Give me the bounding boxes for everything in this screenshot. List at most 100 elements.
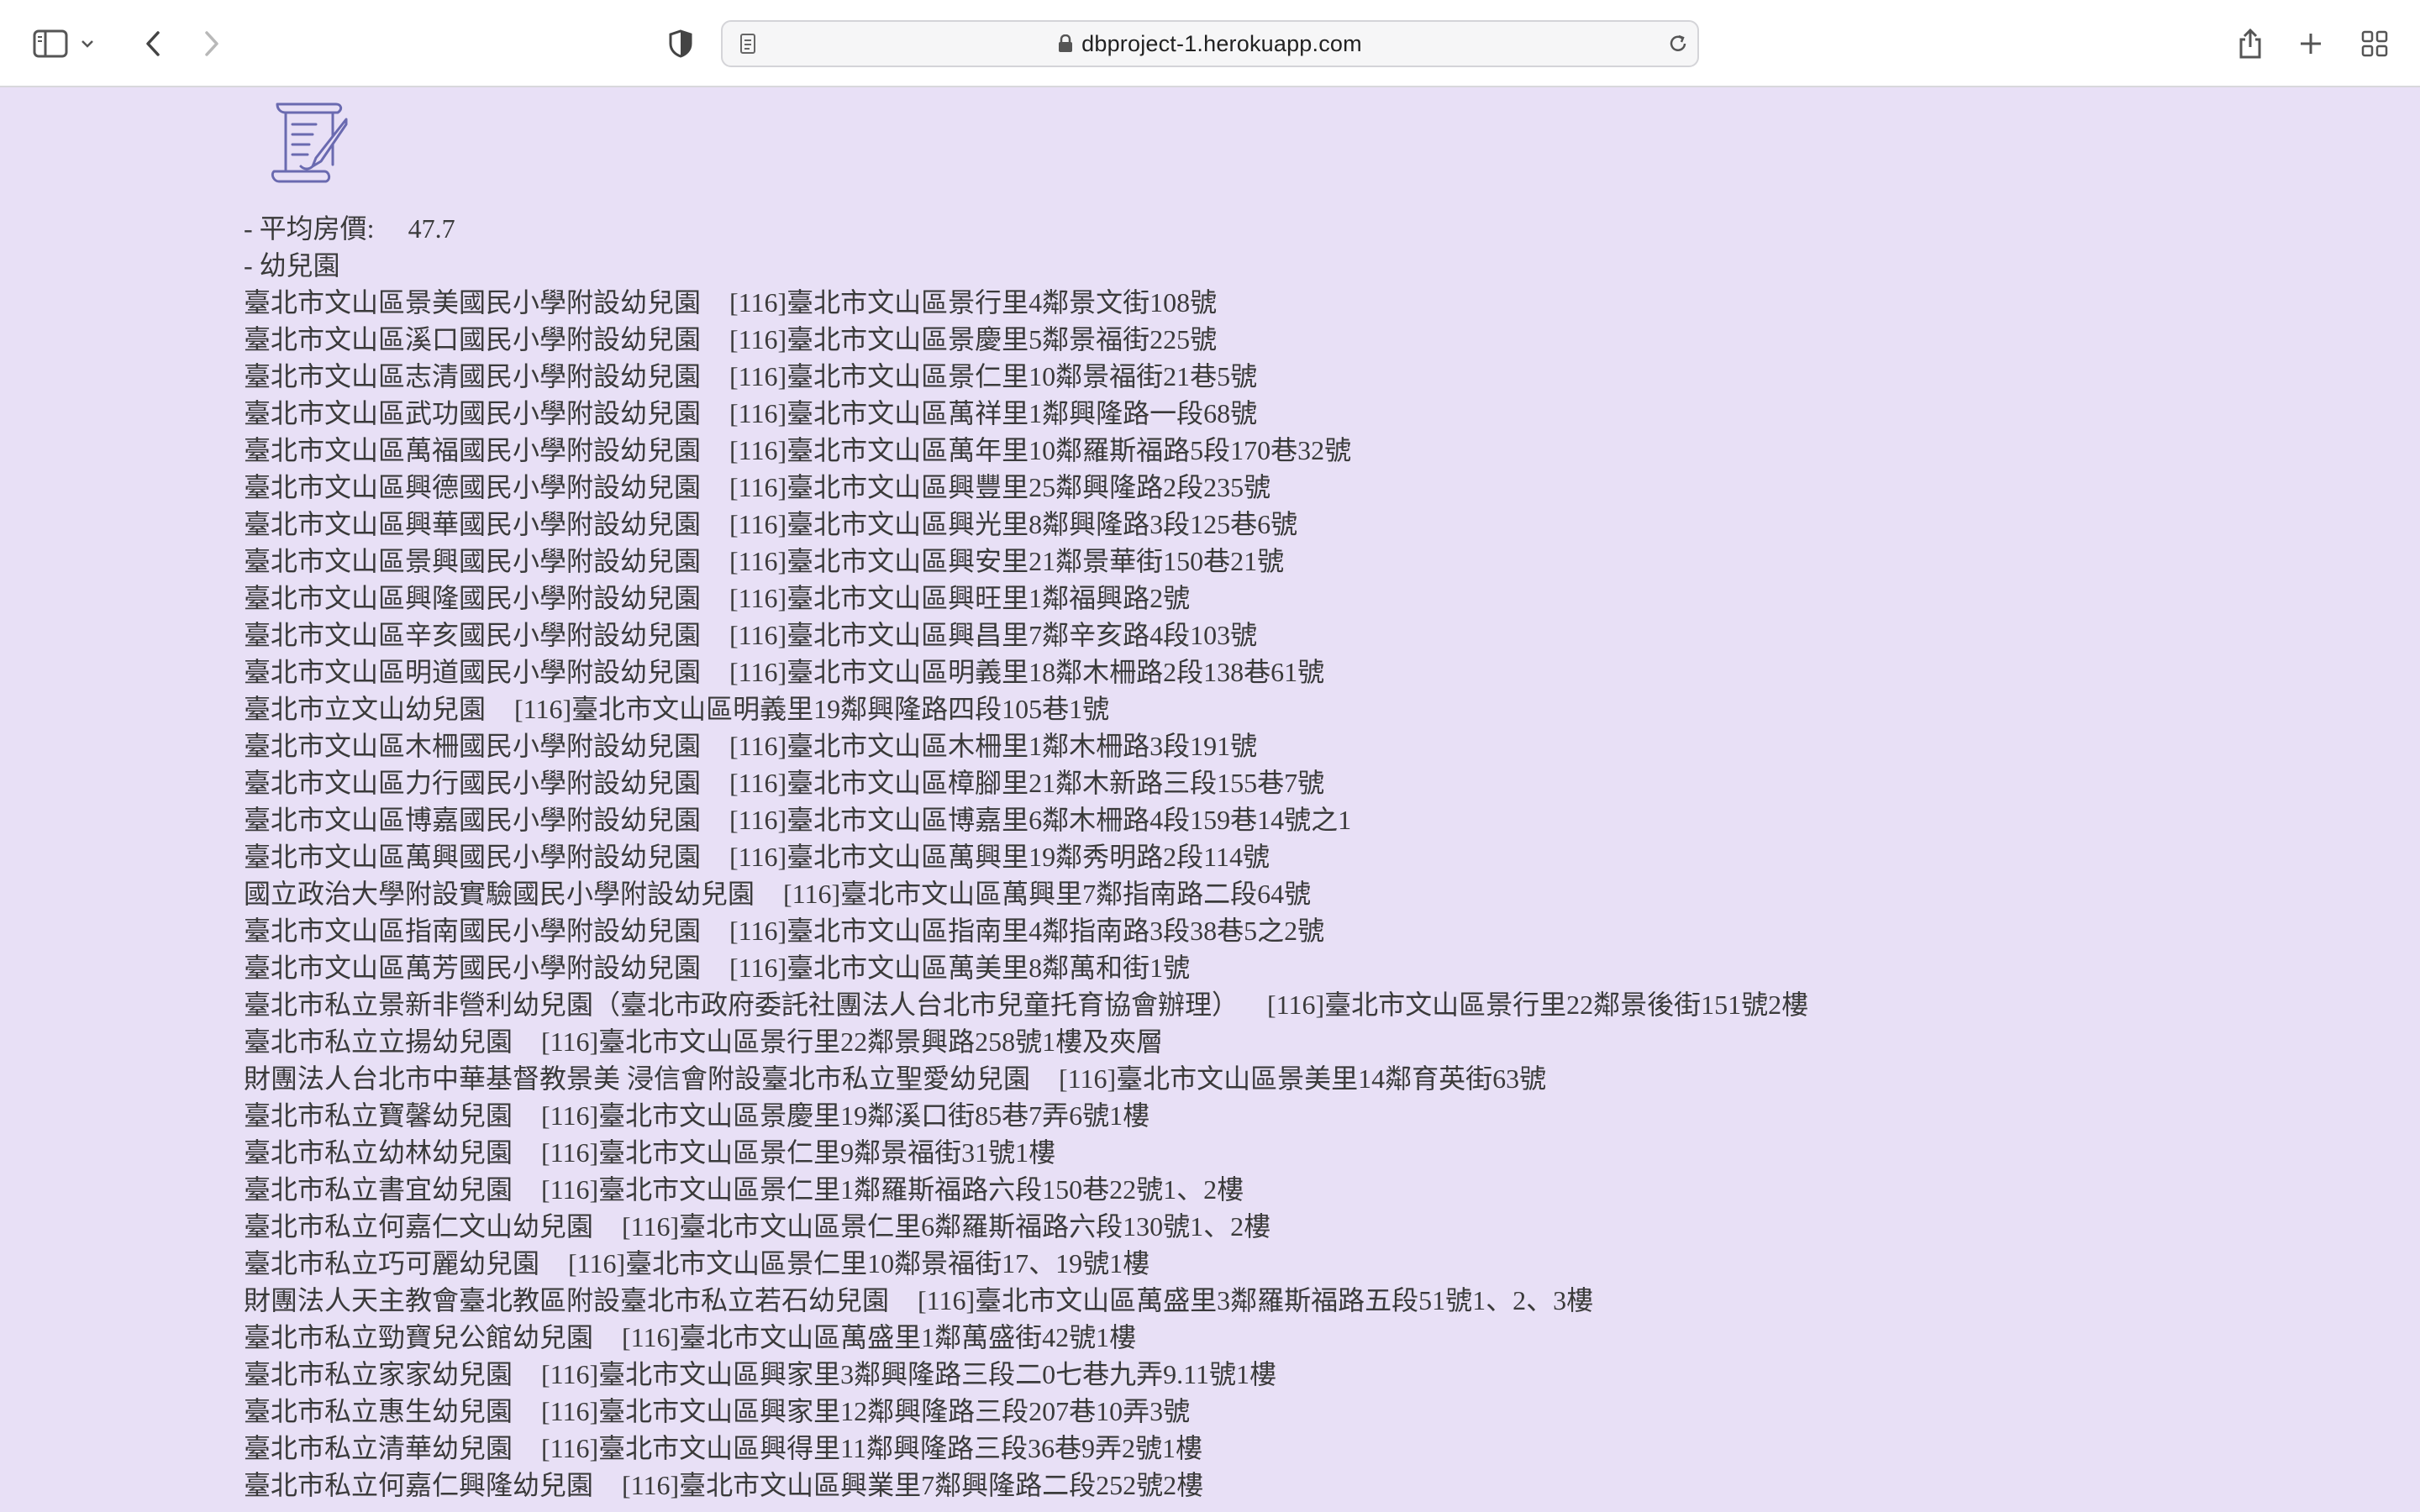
- kindergarten-name: 臺北市私立清華幼兒園: [244, 1433, 513, 1463]
- kindergarten-address: [116]臺北市文山區興昌里7鄰辛亥路4段103號: [729, 620, 1258, 650]
- page-content: - 平均房價: 47.7 - 幼兒園 臺北市文山區景美國民小學附設幼兒園 [116]…: [244, 87, 2395, 1512]
- kindergarten-address: [116]臺北市文山區景仁里10鄰景福街21巷5號: [729, 361, 1258, 391]
- kindergarten-address: [116]臺北市文山區明義里18鄰木柵路2段138巷61號: [729, 657, 1325, 687]
- kindergarten-name: 臺北市文山區博嘉國民小學附設幼兒園: [244, 805, 702, 835]
- kindergarten-address: [116]臺北市文山區景行里22鄰景後街151號2樓: [1267, 990, 1809, 1020]
- browser-toolbar: dbproject-1.herokuapp.com: [0, 0, 2420, 87]
- kindergarten-name: 臺北市私立景新非營利幼兒園（臺北市政府委託社團法人台北市兒童托育協會辦理）: [244, 990, 1239, 1020]
- kindergarten-address: [116]臺北市文山區萬盛里1鄰萬盛街42號1樓: [622, 1322, 1137, 1352]
- kindergarten-row: 臺北市文山區明道國民小學附設幼兒園 [116]臺北市文山區明義里18鄰木柵路2段1…: [244, 654, 1808, 690]
- kindergarten-name: 臺北市文山區興華國民小學附設幼兒園: [244, 509, 702, 539]
- tab-overview-button[interactable]: [2348, 17, 2402, 71]
- kindergarten-row: 財團法人台北市中華基督教景美 浸信會附設臺北市私立聖愛幼兒園 [116]臺北市文山…: [244, 1060, 1808, 1097]
- kindergarten-name: 臺北市文山區武功國民小學附設幼兒園: [244, 398, 702, 428]
- kindergarten-name: 財團法人天主教會臺北教區附設臺北市私立若石幼兒園: [244, 1285, 890, 1315]
- kindergarten-row: 臺北市文山區力行國民小學附設幼兒園 [116]臺北市文山區樟腳里21鄰木新路三段1…: [244, 764, 1808, 801]
- kindergarten-address: [116]臺北市文山區木柵里1鄰木柵路3段191號: [729, 731, 1258, 761]
- kindergarten-row: 臺北市私立何嘉仁興隆幼兒園 [116]臺北市文山區興業里7鄰興隆路二段252號2樓: [244, 1467, 1808, 1504]
- kindergarten-name: 臺北市文山區萬芳國民小學附設幼兒園: [244, 953, 702, 983]
- kindergarten-row: 臺北市文山區萬芳國民小學附設幼兒園 [116]臺北市文山區萬美里8鄰萬和街1號: [244, 949, 1808, 986]
- kindergarten-address: [116]臺北市文山區萬盛里3鄰羅斯福路五段51號1、2、3樓: [918, 1285, 1594, 1315]
- kindergarten-row: 臺北市私立景新非營利幼兒園（臺北市政府委託社團法人台北市兒童托育協會辦理） [11…: [244, 986, 1808, 1023]
- kindergarten-address: [116]臺北市文山區萬美里8鄰萬和街1號: [729, 953, 1191, 983]
- kindergarten-name: 臺北市私立何嘉仁文山幼兒園: [244, 1211, 594, 1242]
- kindergarten-address: [116]臺北市文山區景慶里5鄰景福街225號: [729, 324, 1218, 354]
- kindergarten-address: [116]臺北市文山區興光里8鄰興隆路3段125巷6號: [729, 509, 1298, 539]
- kindergarten-address: [116]臺北市文山區萬祥里1鄰興隆路一段68號: [729, 398, 1258, 428]
- kindergarten-name: 財團法人台北市中華基督教景美 浸信會附設臺北市私立聖愛幼兒園: [244, 1063, 1031, 1094]
- shield-icon: [669, 29, 692, 58]
- kindergarten-row: 臺北市文山區萬興國民小學附設幼兒園 [116]臺北市文山區萬興里19鄰秀明路2段1…: [244, 838, 1808, 875]
- kindergarten-name: 臺北市私立幼林幼兒園: [244, 1137, 513, 1168]
- back-button[interactable]: [126, 17, 180, 71]
- kindergarten-name: 臺北市私立立揚幼兒園: [244, 1026, 513, 1057]
- new-tab-button[interactable]: [2284, 17, 2338, 71]
- kindergarten-row: 臺北市文山區興華國民小學附設幼兒園 [116]臺北市文山區興光里8鄰興隆路3段12…: [244, 506, 1808, 543]
- kindergarten-name: 臺北市文山區景美國民小學附設幼兒園: [244, 287, 702, 318]
- url-text: dbproject-1.herokuapp.com: [1081, 30, 1362, 56]
- kindergarten-address: [116]臺北市文山區景仁里1鄰羅斯福路六段150巷22號1、2樓: [541, 1174, 1244, 1205]
- kindergarten-address: [116]臺北市文山區景美里14鄰育英街63號: [1059, 1063, 1547, 1094]
- kindergarten-row: 臺北市私立家家幼兒園 [116]臺北市文山區興家里3鄰興隆路三段二0七巷九弄9.1…: [244, 1356, 1808, 1393]
- lock-icon: [1058, 34, 1073, 53]
- kindergarten-row: 臺北市私立寶馨幼兒園 [116]臺北市文山區景慶里19鄰溪口街85巷7弄6號1樓: [244, 1097, 1808, 1134]
- kindergarten-name: 臺北市文山區志清國民小學附設幼兒園: [244, 361, 702, 391]
- sidebar-toggle-button[interactable]: [24, 17, 77, 71]
- kindergarten-row: 臺北市私立清華幼兒園 [116]臺北市文山區興得里11鄰興隆路三段36巷9弄2號1…: [244, 1430, 1808, 1467]
- privacy-report-button[interactable]: [654, 17, 708, 71]
- kindergarten-address: [116]臺北市文山區景仁里6鄰羅斯福路六段130號1、2樓: [622, 1211, 1271, 1242]
- kindergarten-name: 臺北市文山區力行國民小學附設幼兒園: [244, 768, 702, 798]
- kindergarten-row: 臺北市文山區辛亥國民小學附設幼兒園 [116]臺北市文山區興昌里7鄰辛亥路4段10…: [244, 617, 1808, 654]
- kindergarten-name: 臺北市私立惠生幼兒園: [244, 1396, 513, 1426]
- kindergarten-row: 財團法人天主教會臺北教區附設臺北市私立若石幼兒園 [116]臺北市文山區萬盛里3鄰…: [244, 1282, 1808, 1319]
- kindergarten-row: 臺北市私立惠生幼兒園 [116]臺北市文山區興家里12鄰興隆路三段207巷10弄3…: [244, 1393, 1808, 1430]
- kindergarten-address: [116]臺北市文山區興得里11鄰興隆路三段36巷9弄2號1樓: [541, 1433, 1202, 1463]
- average-price-value: 47.7: [408, 213, 455, 244]
- plus-icon: [2301, 34, 2321, 54]
- kindergarten-name: 臺北市私立何嘉仁興隆幼兒園: [244, 1470, 594, 1500]
- kindergarten-address: [116]臺北市文山區萬年里10鄰羅斯福路5段170巷32號: [729, 435, 1352, 465]
- kindergarten-name: 臺北市文山區明道國民小學附設幼兒園: [244, 657, 702, 687]
- kindergarten-address: [116]臺北市文山區萬興里7鄰指南路二段64號: [783, 879, 1312, 909]
- kindergarten-row: 臺北市文山區武功國民小學附設幼兒園 [116]臺北市文山區萬祥里1鄰興隆路一段68…: [244, 395, 1808, 432]
- kindergarten-heading: - 幼兒園: [244, 250, 340, 281]
- chevron-down-icon: [82, 40, 93, 48]
- sidebar-icon: [33, 29, 68, 58]
- kindergarten-address: [116]臺北市文山區興安里21鄰景華街150巷21號: [729, 546, 1285, 576]
- kindergarten-address: [116]臺北市文山區樟腳里21鄰木新路三段155巷7號: [729, 768, 1325, 798]
- kindergarten-name: 臺北市立文山幼兒園: [244, 694, 487, 724]
- kindergarten-name: 臺北市私立書宜幼兒園: [244, 1174, 513, 1205]
- kindergarten-list: 臺北市文山區景美國民小學附設幼兒園 [116]臺北市文山區景行里4鄰景文街108號…: [244, 284, 1808, 1504]
- kindergarten-row: 臺北市文山區景興國民小學附設幼兒園 [116]臺北市文山區興安里21鄰景華街150…: [244, 543, 1808, 580]
- kindergarten-row: 臺北市文山區溪口國民小學附設幼兒園 [116]臺北市文山區景慶里5鄰景福街225號: [244, 321, 1808, 358]
- kindergarten-row: 臺北市私立何嘉仁文山幼兒園 [116]臺北市文山區景仁里6鄰羅斯福路六段130號1…: [244, 1208, 1808, 1245]
- kindergarten-row: 臺北市文山區興隆國民小學附設幼兒園 [116]臺北市文山區興旺里1鄰福興路2號: [244, 580, 1808, 617]
- kindergarten-name: 臺北市文山區溪口國民小學附設幼兒園: [244, 324, 702, 354]
- kindergarten-address: [116]臺北市文山區興業里7鄰興隆路二段252號2樓: [622, 1470, 1204, 1500]
- forward-icon: [205, 31, 218, 56]
- kindergarten-name: 臺北市文山區指南國民小學附設幼兒園: [244, 916, 702, 946]
- kindergarten-row: 臺北市私立幼林幼兒園 [116]臺北市文山區景仁里9鄰景福街31號1樓: [244, 1134, 1808, 1171]
- kindergarten-address: [116]臺北市文山區萬興里19鄰秀明路2段114號: [729, 842, 1270, 872]
- info-list: - 平均房價: 47.7 - 幼兒園 臺北市文山區景美國民小學附設幼兒園 [116]…: [244, 210, 1808, 1504]
- kindergarten-row: 臺北市私立巧可麗幼兒園 [116]臺北市文山區景仁里10鄰景福街17、19號1樓: [244, 1245, 1808, 1282]
- kindergarten-address: [116]臺北市文山區景行里4鄰景文街108號: [729, 287, 1218, 318]
- kindergarten-address: [116]臺北市文山區興家里3鄰興隆路三段二0七巷九弄9.11號1樓: [541, 1359, 1276, 1389]
- kindergarten-row: 臺北市私立勁寶兒公館幼兒園 [116]臺北市文山區萬盛里1鄰萬盛街42號1樓: [244, 1319, 1808, 1356]
- sidebar-menu-button[interactable]: [71, 17, 104, 71]
- kindergarten-row: 臺北市立文山幼兒園 [116]臺北市文山區明義里19鄰興隆路四段105巷1號: [244, 690, 1808, 727]
- forward-button[interactable]: [185, 17, 239, 71]
- kindergarten-name: 臺北市文山區萬興國民小學附設幼兒園: [244, 842, 702, 872]
- kindergarten-name: 臺北市文山區辛亥國民小學附設幼兒園: [244, 620, 702, 650]
- reload-icon[interactable]: [1667, 33, 1689, 59]
- kindergarten-name: 臺北市文山區景興國民小學附設幼兒園: [244, 546, 702, 576]
- kindergarten-address: [116]臺北市文山區景仁里9鄰景福街31號1樓: [541, 1137, 1056, 1168]
- address-bar[interactable]: dbproject-1.herokuapp.com: [721, 20, 1699, 67]
- share-button[interactable]: [2223, 17, 2277, 71]
- kindergarten-row: 臺北市文山區景美國民小學附設幼兒園 [116]臺北市文山區景行里4鄰景文街108號: [244, 284, 1808, 321]
- kindergarten-name: 臺北市文山區木柵國民小學附設幼兒園: [244, 731, 702, 761]
- average-price-label: - 平均房價:: [244, 213, 375, 244]
- back-icon: [146, 31, 160, 56]
- kindergarten-address: [116]臺北市文山區興豐里25鄰興隆路2段235號: [729, 472, 1271, 502]
- kindergarten-row: 臺北市文山區志清國民小學附設幼兒園 [116]臺北市文山區景仁里10鄰景福街21巷…: [244, 358, 1808, 395]
